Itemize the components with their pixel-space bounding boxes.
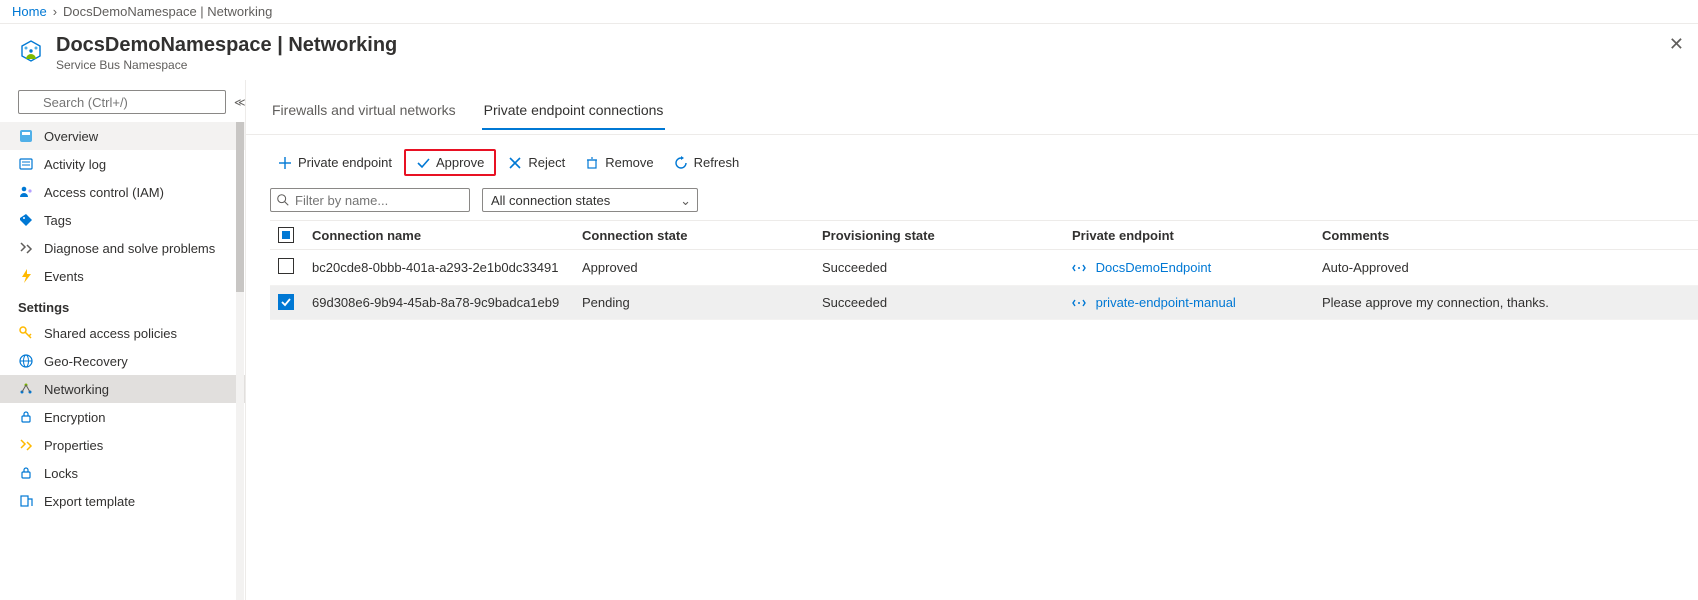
sidebar-item-geo-recovery[interactable]: Geo-Recovery [0,347,245,375]
sidebar-item-properties[interactable]: Properties [0,431,245,459]
sidebar-item-iam[interactable]: Access control (IAM) [0,178,245,206]
sidebar-item-tags[interactable]: Tags [0,206,245,234]
cell-connection-name: bc20cde8-0bbb-401a-a293-2e1b0dc33491 [304,250,574,286]
service-bus-icon [18,38,44,67]
sidebar-item-events[interactable]: Events [0,262,245,290]
properties-icon [18,437,34,453]
networking-icon [18,381,34,397]
breadcrumb-separator: › [53,4,57,19]
trash-icon [585,156,599,170]
sidebar-item-overview[interactable]: Overview [0,122,245,150]
sidebar-item-label: Geo-Recovery [44,354,128,369]
filter-by-name-input[interactable] [270,188,470,212]
key-icon [18,325,34,341]
sidebar-item-activity-log[interactable]: Activity log [0,150,245,178]
private-endpoint-icon [1072,296,1086,310]
col-provisioning-state[interactable]: Provisioning state [814,221,1064,250]
iam-icon [18,184,34,200]
connection-state-select[interactable]: All connection states ⌄ [482,188,698,212]
cell-connection-state: Approved [574,250,814,286]
sidebar-item-shared-access[interactable]: Shared access policies [0,319,245,347]
globe-icon [18,353,34,369]
lock-icon [18,409,34,425]
table-row[interactable]: bc20cde8-0bbb-401a-a293-2e1b0dc33491 App… [270,250,1698,286]
x-icon [508,156,522,170]
tab-firewalls[interactable]: Firewalls and virtual networks [270,96,458,130]
plus-icon [278,156,292,170]
private-endpoint-icon [1072,261,1086,275]
activity-log-icon [18,156,34,172]
collapse-sidebar-icon[interactable]: ≪ [232,96,248,109]
sidebar-item-label: Diagnose and solve problems [44,241,215,256]
sidebar-item-label: Export template [44,494,135,509]
col-comments[interactable]: Comments [1314,221,1698,250]
sidebar-item-label: Access control (IAM) [44,185,164,200]
table-row[interactable]: 69d308e6-9b94-45ab-8a78-9c9badca1eb9 Pen… [270,286,1698,320]
locks-icon [18,465,34,481]
close-icon[interactable]: ✕ [1669,34,1684,55]
sidebar-item-export-template[interactable]: Export template [0,487,245,515]
breadcrumb-home[interactable]: Home [12,4,47,19]
toolbar: Private endpoint Approve Reject Remove R… [270,135,1698,188]
filter-search-icon [276,193,290,207]
row-checkbox[interactable] [278,294,294,310]
tags-icon [18,212,34,228]
sidebar-item-label: Overview [44,129,98,144]
tab-private-endpoint-connections[interactable]: Private endpoint connections [482,96,666,130]
private-endpoint-link[interactable]: DocsDemoEndpoint [1096,260,1212,275]
tabs: Firewalls and virtual networks Private e… [270,96,1698,130]
add-private-endpoint-button[interactable]: Private endpoint [270,151,400,174]
refresh-button[interactable]: Refresh [666,151,748,174]
cell-connection-name: 69d308e6-9b94-45ab-8a78-9c9badca1eb9 [304,286,574,320]
sidebar-item-locks[interactable]: Locks [0,459,245,487]
search-input[interactable] [18,90,226,114]
sidebar-item-diagnose[interactable]: Diagnose and solve problems [0,234,245,262]
sidebar-item-label: Tags [44,213,71,228]
breadcrumb: Home › DocsDemoNamespace | Networking [0,0,1698,24]
sidebar-item-encryption[interactable]: Encryption [0,403,245,431]
sidebar-item-label: Encryption [44,410,105,425]
select-all-checkbox[interactable] [278,227,294,243]
sidebar-item-label: Events [44,269,84,284]
sidebar-item-label: Properties [44,438,103,453]
diagnose-icon [18,240,34,256]
sidebar-item-label: Networking [44,382,109,397]
cell-comments: Auto-Approved [1314,250,1698,286]
sidebar-item-label: Shared access policies [44,326,177,341]
page-subtitle: Service Bus Namespace [56,58,397,72]
reject-button[interactable]: Reject [500,151,573,174]
row-checkbox[interactable] [278,258,294,274]
chevron-down-icon: ⌄ [680,193,691,209]
refresh-icon [674,156,688,170]
sidebar: ≪ Overview Activity log Access control (… [0,80,246,600]
sidebar-item-networking[interactable]: Networking [0,375,245,403]
cell-provisioning-state: Succeeded [814,286,1064,320]
sidebar-item-label: Activity log [44,157,106,172]
sidebar-section-settings: Settings [0,290,245,319]
main-content: Firewalls and virtual networks Private e… [246,80,1698,600]
events-icon [18,268,34,284]
cell-comments: Please approve my connection, thanks. [1314,286,1698,320]
col-connection-state[interactable]: Connection state [574,221,814,250]
sidebar-scrollbar[interactable] [236,122,244,600]
connections-table: Connection name Connection state Provisi… [270,220,1698,320]
col-connection-name[interactable]: Connection name [304,221,574,250]
cell-connection-state: Pending [574,286,814,320]
col-private-endpoint[interactable]: Private endpoint [1064,221,1314,250]
cell-provisioning-state: Succeeded [814,250,1064,286]
overview-icon [18,128,34,144]
check-icon [416,156,430,170]
breadcrumb-current: DocsDemoNamespace | Networking [63,4,272,19]
remove-button[interactable]: Remove [577,151,661,174]
sidebar-item-label: Locks [44,466,78,481]
approve-button[interactable]: Approve [404,149,496,176]
title-bar: DocsDemoNamespace | Networking Service B… [0,24,1698,80]
private-endpoint-link[interactable]: private-endpoint-manual [1096,295,1236,310]
export-icon [18,493,34,509]
page-title: DocsDemoNamespace | Networking [56,32,397,58]
